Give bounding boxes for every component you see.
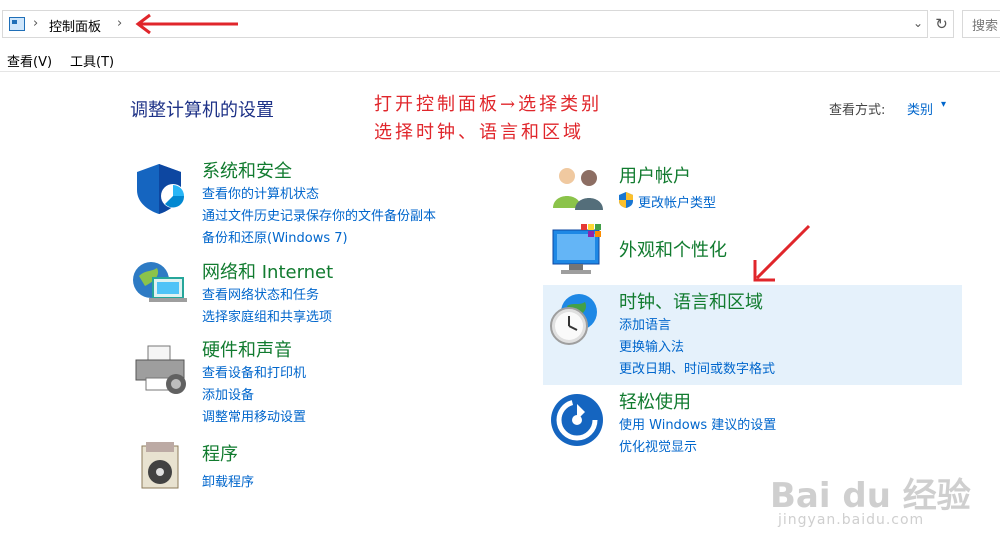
link-change-date-time-format[interactable]: 更改日期、时间或数字格式 <box>619 358 775 377</box>
link-add-device[interactable]: 添加设备 <box>202 384 254 403</box>
control-panel-icon <box>9 17 25 31</box>
chevron-right-icon[interactable]: › <box>117 16 122 31</box>
chevron-right-icon[interactable]: › <box>33 16 38 31</box>
menu-view[interactable]: 查看(V) <box>7 51 52 70</box>
annotation-line-2: 选择时钟、语言和区域 <box>374 122 584 143</box>
baidu-watermark-logo: Bai du 经验 <box>770 476 971 516</box>
annotation-arrow-down <box>753 224 811 282</box>
menu-bar: 查看(V) 工具(T) <box>0 46 1000 72</box>
printer-icon <box>135 345 186 394</box>
users-icon <box>553 168 603 210</box>
breadcrumb-control-panel[interactable]: 控制面板 <box>49 16 101 35</box>
menu-tools[interactable]: 工具(T) <box>70 51 114 70</box>
category-hardware-sound[interactable]: 硬件和声音 <box>202 336 292 362</box>
link-optimize-display[interactable]: 优化视觉显示 <box>619 436 697 455</box>
shield-icon <box>137 164 185 214</box>
link-change-input-method[interactable]: 更换输入法 <box>619 336 684 355</box>
network-globe-icon <box>133 262 187 302</box>
link-homegroup-sharing[interactable]: 选择家庭组和共享选项 <box>202 306 332 325</box>
uac-shield-icon <box>619 192 633 208</box>
link-change-account-type[interactable]: 更改帐户类型 <box>638 192 716 211</box>
link-file-history[interactable]: 通过文件历史记录保存你的文件备份副本 <box>202 205 436 224</box>
refresh-icon: ↻ <box>935 15 948 33</box>
category-programs[interactable]: 程序 <box>202 440 238 466</box>
link-add-language[interactable]: 添加语言 <box>619 314 671 333</box>
baidu-watermark-url: jingyan.baidu.com <box>778 512 925 528</box>
link-uninstall-program[interactable]: 卸载程序 <box>202 471 254 490</box>
page-title: 调整计算机的设置 <box>130 100 274 121</box>
category-network-internet[interactable]: 网络和 Internet <box>202 258 333 284</box>
category-clock-language-region[interactable]: 时钟、语言和区域 <box>619 288 763 314</box>
programs-icon <box>141 442 179 489</box>
link-view-computer-status[interactable]: 查看你的计算机状态 <box>202 183 319 202</box>
annotation-line-1: 打开控制面板→选择类别 <box>374 94 603 115</box>
link-recommended-settings[interactable]: 使用 Windows 建议的设置 <box>619 414 776 433</box>
chevron-down-icon[interactable]: ⌄ <box>913 16 923 30</box>
category-user-accounts[interactable]: 用户帐户 <box>619 162 691 188</box>
link-devices-printers[interactable]: 查看设备和打印机 <box>202 362 306 381</box>
link-network-status[interactable]: 查看网络状态和任务 <box>202 284 319 303</box>
category-ease-of-access[interactable]: 轻松使用 <box>619 388 691 414</box>
search-input[interactable]: 搜索 <box>962 10 1000 38</box>
link-backup-restore[interactable]: 备份和还原(Windows 7) <box>202 227 348 246</box>
monitor-palette-icon <box>552 224 601 274</box>
link-mobility-settings[interactable]: 调整常用移动设置 <box>202 406 306 425</box>
category-appearance[interactable]: 外观和个性化 <box>619 236 727 262</box>
ease-of-access-icon <box>551 394 603 446</box>
refresh-button[interactable]: ↻ <box>930 10 954 38</box>
clock-globe-icon <box>550 294 597 345</box>
view-by-label: 查看方式: <box>829 103 886 118</box>
view-by-dropdown[interactable]: 类别 <box>907 99 933 118</box>
address-bar: › 控制面板 › ⌄ ↻ 搜索 <box>0 0 1000 46</box>
annotation-arrow-left <box>135 13 238 35</box>
caret-down-icon[interactable]: ▾ <box>941 99 946 110</box>
category-system-security[interactable]: 系统和安全 <box>202 157 292 183</box>
